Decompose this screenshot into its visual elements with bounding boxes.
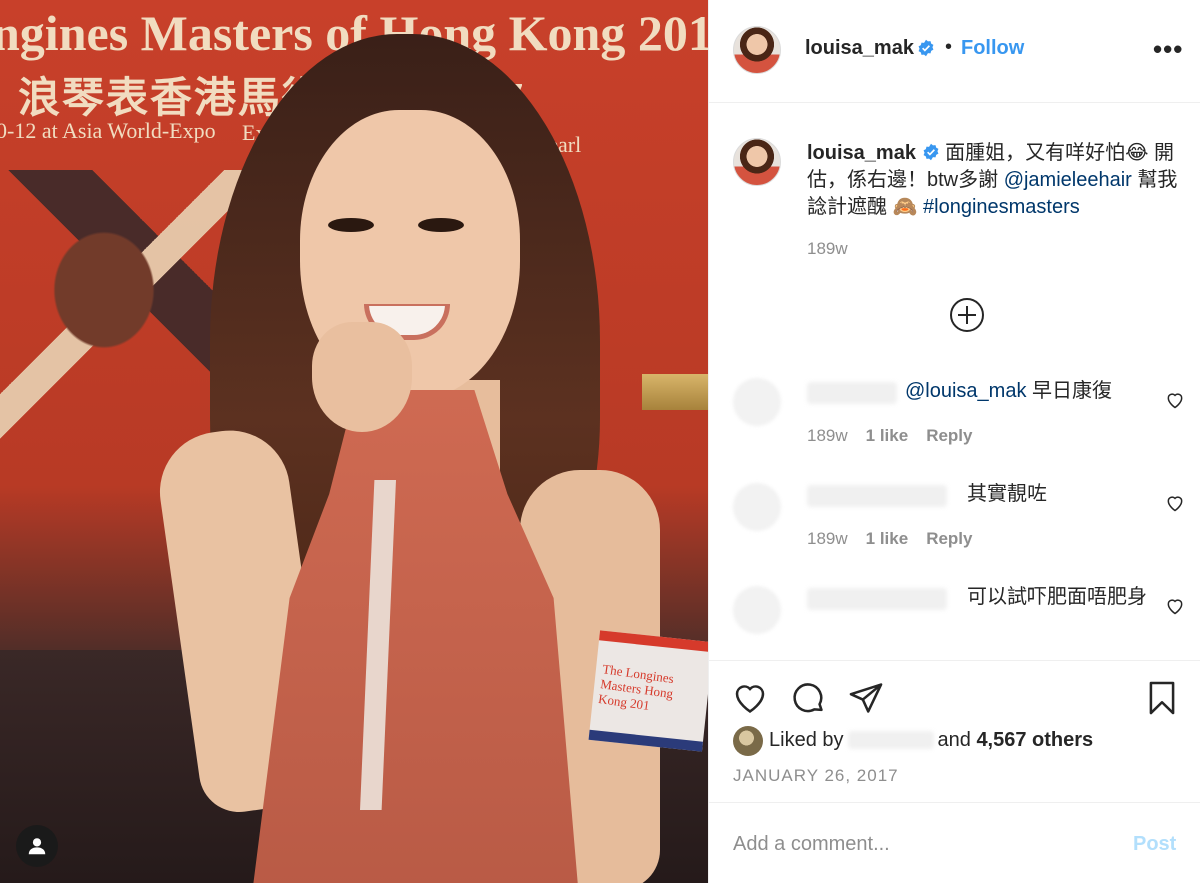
caption-timestamp[interactable]: 189w (807, 239, 848, 259)
post-header: louisa_mak • Follow ••• (709, 0, 1200, 103)
post-date[interactable]: JANUARY 26, 2017 (733, 766, 899, 786)
post-button[interactable]: Post (1133, 833, 1176, 856)
verified-badge-icon (917, 39, 935, 57)
heart-icon[interactable] (731, 679, 769, 717)
commenter-avatar[interactable] (733, 586, 781, 634)
post-photo[interactable]: ngines Masters of Hong Kong 201 浪琴表香港馬術 … (0, 0, 708, 883)
comment-time[interactable]: 189w (807, 426, 848, 445)
likes-text: Liked by and 4,567 others (769, 729, 1093, 752)
action-bar (709, 660, 1200, 715)
caption-author-avatar[interactable] (733, 138, 781, 186)
heart-icon[interactable] (1165, 493, 1185, 513)
author-avatar[interactable] (733, 26, 781, 74)
likes-connector: and (937, 729, 971, 751)
bookmark-icon[interactable] (1143, 679, 1181, 717)
comment-body: 早日康復 (1026, 380, 1113, 402)
heart-icon[interactable] (1165, 596, 1185, 616)
comment-text: 可以試吓肥面唔肥身 (967, 586, 1147, 608)
commenter-username[interactable] (807, 382, 897, 404)
commenter-avatar[interactable] (733, 483, 781, 531)
comment-text: 其實靚咗 (967, 483, 1047, 505)
comment-icon[interactable] (789, 679, 827, 717)
post-side-panel: louisa_mak • Follow ••• louisa_mak 面腫姐，又… (708, 0, 1200, 883)
liker-avatar[interactable] (733, 726, 763, 756)
comment-mention[interactable]: @louisa_mak (905, 380, 1026, 402)
gold-trophy-box (642, 374, 708, 410)
left-eye (328, 218, 374, 232)
reply-button[interactable]: Reply (926, 529, 972, 548)
comment-time[interactable]: 189w (807, 529, 848, 548)
woman-hand (312, 322, 412, 432)
comment-meta: 189w 1 like Reply (807, 426, 972, 446)
author-username[interactable]: louisa_mak (805, 37, 914, 60)
comment-input[interactable] (733, 831, 1113, 857)
add-comment-bar: Post (709, 802, 1200, 883)
verified-badge-icon (922, 142, 940, 161)
more-options-icon[interactable]: ••• (1153, 34, 1183, 65)
right-eye (418, 218, 464, 232)
commenter-username[interactable] (807, 485, 947, 507)
likes-prefix: Liked by (769, 729, 844, 751)
post-caption: louisa_mak 面腫姐，又有咩好怕😂 開估，係右邊！btw多謝 @jami… (807, 140, 1187, 221)
liker-username[interactable] (847, 731, 934, 749)
caption-mention[interactable]: @jamieleehair (1004, 169, 1132, 191)
likes-summary: Liked by and 4,567 others (733, 726, 1193, 756)
heart-icon[interactable] (1165, 390, 1185, 410)
backdrop-date: 0-12 at Asia World-Expo (0, 118, 216, 143)
follow-button[interactable]: Follow (961, 37, 1024, 60)
comment-likes[interactable]: 1 like (866, 426, 909, 445)
comment-likes[interactable]: 1 like (866, 529, 909, 548)
share-icon[interactable] (847, 679, 885, 717)
reply-button[interactable]: Reply (926, 426, 972, 445)
commenter-avatar[interactable] (733, 378, 781, 426)
comment-text: @louisa_mak 早日康復 (905, 378, 1112, 405)
header-separator: • (945, 36, 953, 58)
caption-hashtag[interactable]: #longinesmasters (923, 196, 1080, 218)
likes-count[interactable]: 4,567 others (976, 729, 1093, 751)
plus-circle-icon[interactable] (949, 297, 985, 333)
comment-meta: 189w 1 like Reply (807, 529, 972, 549)
user-icon[interactable] (16, 825, 58, 867)
caption-username[interactable]: louisa_mak (807, 142, 916, 164)
